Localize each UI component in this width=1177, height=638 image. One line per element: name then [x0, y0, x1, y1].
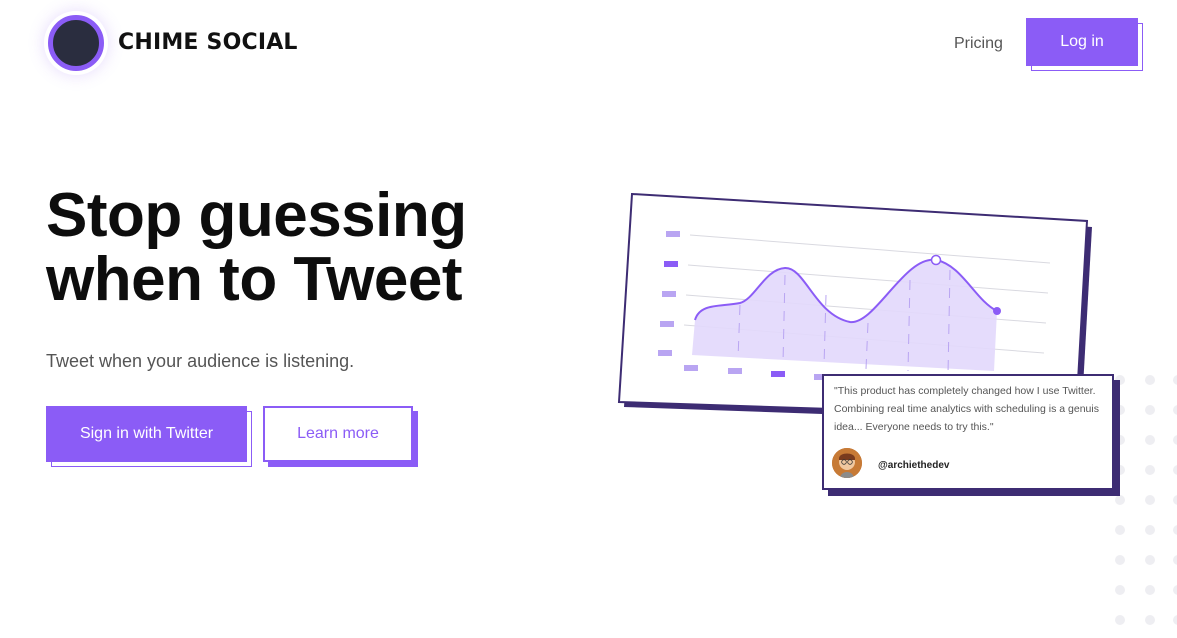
logo[interactable] — [48, 15, 104, 71]
headline-line-2: when to Tweet — [46, 245, 463, 314]
avatar — [832, 448, 862, 478]
hero-subtitle: Tweet when your audience is listening. — [46, 351, 355, 371]
chart-end-point — [993, 307, 1001, 315]
sign-in-with-twitter-button[interactable]: Sign in with Twitter — [46, 406, 247, 462]
hero-headline: Stop guessing when to Tweet — [46, 184, 467, 312]
testimonial-handle[interactable]: @archiethedev — [878, 460, 949, 471]
testimonial-card: "This product has completely changed how… — [822, 374, 1114, 490]
headline-line-1: Stop guessing — [46, 181, 467, 250]
login-button[interactable]: Log in — [1026, 18, 1138, 66]
dot-grid-decoration — [1115, 375, 1177, 625]
nav-link-pricing[interactable]: Pricing — [954, 35, 1003, 53]
avatar-face-icon — [832, 448, 862, 478]
chart-peak-point — [930, 254, 942, 266]
brand-name[interactable]: CHIME SOCIAL — [118, 30, 298, 55]
learn-more-button[interactable]: Learn more — [263, 406, 413, 462]
logo-circle-icon — [48, 15, 104, 71]
testimonial-quote: "This product has completely changed how… — [834, 385, 1099, 433]
